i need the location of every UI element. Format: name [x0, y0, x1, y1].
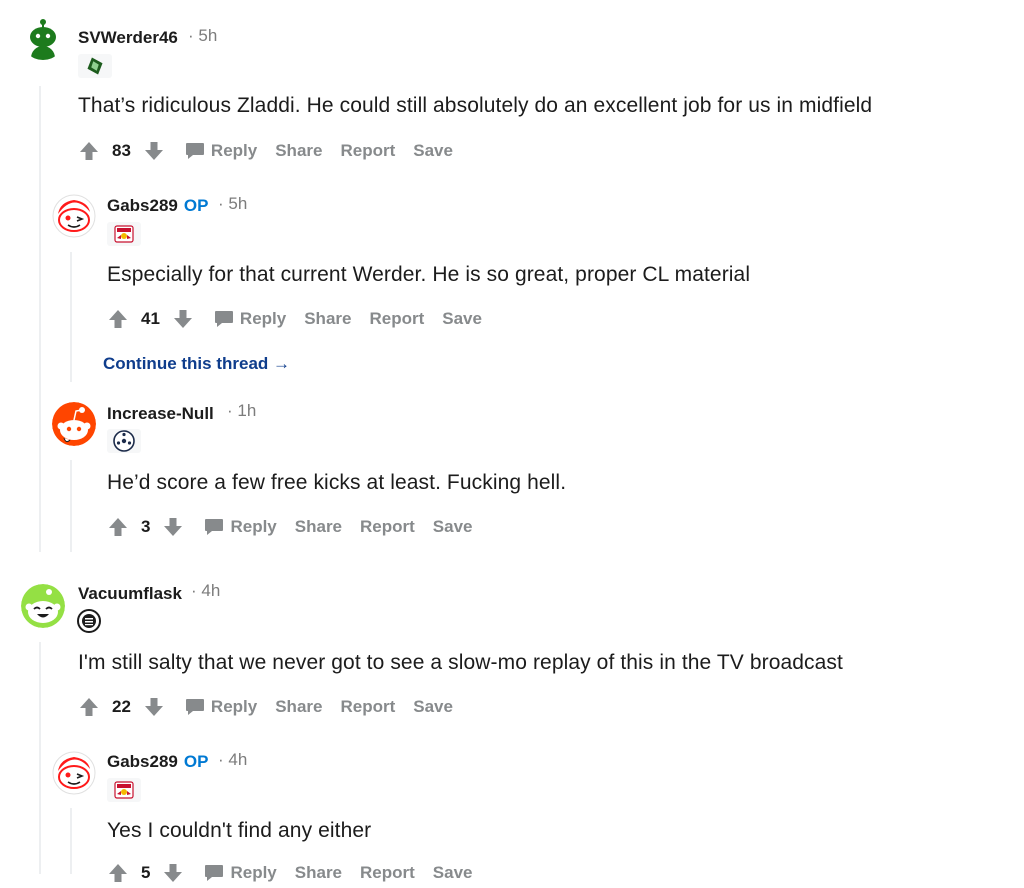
save-button[interactable]: Save: [442, 309, 482, 329]
thread-line-1[interactable]: [39, 86, 41, 552]
comment-body: Yes I couldn't find any either: [107, 819, 372, 842]
save-button[interactable]: Save: [433, 863, 473, 883]
comment-actions: 22 Reply Share Report Save: [78, 692, 453, 722]
downvote-icon[interactable]: [143, 140, 165, 162]
vote-score: 5: [141, 863, 151, 882]
continue-thread-link[interactable]: Continue this thread →: [103, 354, 290, 374]
reply-label: Reply: [230, 517, 277, 536]
report-button[interactable]: Report: [340, 697, 395, 717]
share-button[interactable]: Share: [304, 309, 351, 329]
reply-button[interactable]: Reply: [204, 517, 277, 537]
report-button[interactable]: Report: [340, 141, 395, 161]
share-button[interactable]: Share: [275, 697, 322, 717]
avatar[interactable]: [21, 584, 65, 628]
thread-line-5[interactable]: [70, 808, 72, 874]
timestamp[interactable]: · 4h: [218, 750, 247, 770]
comment-bubble-icon: [205, 865, 224, 881]
avatar[interactable]: [52, 402, 96, 446]
report-button[interactable]: Report: [360, 863, 415, 883]
comment-actions: 41 Reply Share Report Save: [107, 304, 482, 334]
timestamp[interactable]: · 4h: [191, 581, 220, 601]
save-button[interactable]: Save: [433, 517, 473, 537]
downvote-icon[interactable]: [172, 308, 194, 330]
user-flair: [75, 609, 103, 633]
upvote-icon[interactable]: [107, 308, 129, 330]
upvote-icon[interactable]: [78, 696, 100, 718]
comment-actions: 3 Reply Share Report Save: [107, 512, 473, 542]
comment-bubble-icon: [185, 143, 204, 159]
timestamp[interactable]: · 1h: [227, 401, 256, 421]
vote-score: 83: [112, 141, 131, 160]
comment-body: Especially for that current Werder. He i…: [107, 263, 751, 286]
werder-crest-icon: [87, 57, 103, 75]
vote-group: 41: [107, 308, 194, 330]
reply-button[interactable]: Reply: [185, 697, 257, 717]
save-button[interactable]: Save: [413, 141, 453, 161]
user-flair: [107, 778, 141, 802]
username[interactable]: SVWerder46: [78, 28, 178, 48]
reply-button[interactable]: Reply: [214, 309, 286, 329]
thread-line-3[interactable]: [70, 460, 72, 552]
op-badge: OP: [183, 196, 209, 215]
report-button[interactable]: Report: [360, 517, 415, 537]
downvote-icon[interactable]: [162, 516, 184, 538]
vote-score: 3: [141, 517, 151, 536]
user-flair: [78, 54, 112, 78]
comment-actions: 83 Reply Share Report Save: [78, 136, 453, 166]
save-button[interactable]: Save: [413, 697, 453, 717]
upvote-icon[interactable]: [78, 140, 100, 162]
reply-button[interactable]: Reply: [185, 141, 257, 161]
user-flair: [107, 429, 141, 453]
comment-bubble-icon: [205, 519, 224, 535]
comment-body: That’s ridiculous Zladdi. He could still…: [78, 94, 873, 117]
thread-line-2[interactable]: [70, 252, 72, 382]
user-flair: [107, 222, 141, 246]
comment-bubble-icon: [214, 311, 233, 327]
upvote-icon[interactable]: [107, 516, 129, 538]
vote-score: 41: [141, 309, 160, 328]
username-text: Gabs289: [107, 752, 178, 771]
op-badge: OP: [183, 752, 209, 771]
timestamp[interactable]: · 5h: [188, 26, 217, 46]
upvote-icon[interactable]: [107, 862, 129, 884]
redbull-crest-icon: [114, 781, 134, 799]
reply-label: Reply: [239, 309, 287, 328]
report-button[interactable]: Report: [369, 309, 424, 329]
username[interactable]: Gabs289 OP: [107, 752, 208, 772]
username[interactable]: Increase-Null: [107, 404, 214, 424]
vote-score: 22: [112, 697, 131, 716]
vote-group: 22: [78, 696, 165, 718]
thread-line-4[interactable]: [39, 642, 41, 874]
avatar[interactable]: [21, 16, 65, 60]
football-icon: [113, 430, 135, 452]
avatar[interactable]: [52, 194, 96, 238]
share-button[interactable]: Share: [295, 517, 342, 537]
vote-group: 3: [107, 516, 184, 538]
username[interactable]: Gabs289 OP: [107, 196, 208, 216]
downvote-icon[interactable]: [143, 696, 165, 718]
username-text: Gabs289: [107, 196, 178, 215]
comment-body: He’d score a few free kicks at least. Fu…: [107, 471, 567, 494]
downvote-icon[interactable]: [162, 862, 184, 884]
reply-button[interactable]: Reply: [204, 863, 277, 883]
club-badge-icon: [77, 609, 101, 633]
share-button[interactable]: Share: [295, 863, 342, 883]
reply-label: Reply: [210, 141, 258, 160]
vote-group: 83: [78, 140, 165, 162]
comment-actions: 5 Reply Share Report Save: [107, 858, 473, 888]
timestamp[interactable]: · 5h: [218, 194, 247, 214]
avatar[interactable]: [52, 751, 96, 795]
vote-group: 5: [107, 862, 184, 884]
comment-bubble-icon: [185, 699, 204, 715]
reply-label: Reply: [210, 697, 258, 716]
comment-body: I'm still salty that we never got to see…: [78, 651, 843, 674]
redbull-crest-icon: [114, 225, 134, 243]
reply-label: Reply: [230, 863, 277, 882]
share-button[interactable]: Share: [275, 141, 322, 161]
username[interactable]: Vacuumflask: [78, 584, 182, 604]
